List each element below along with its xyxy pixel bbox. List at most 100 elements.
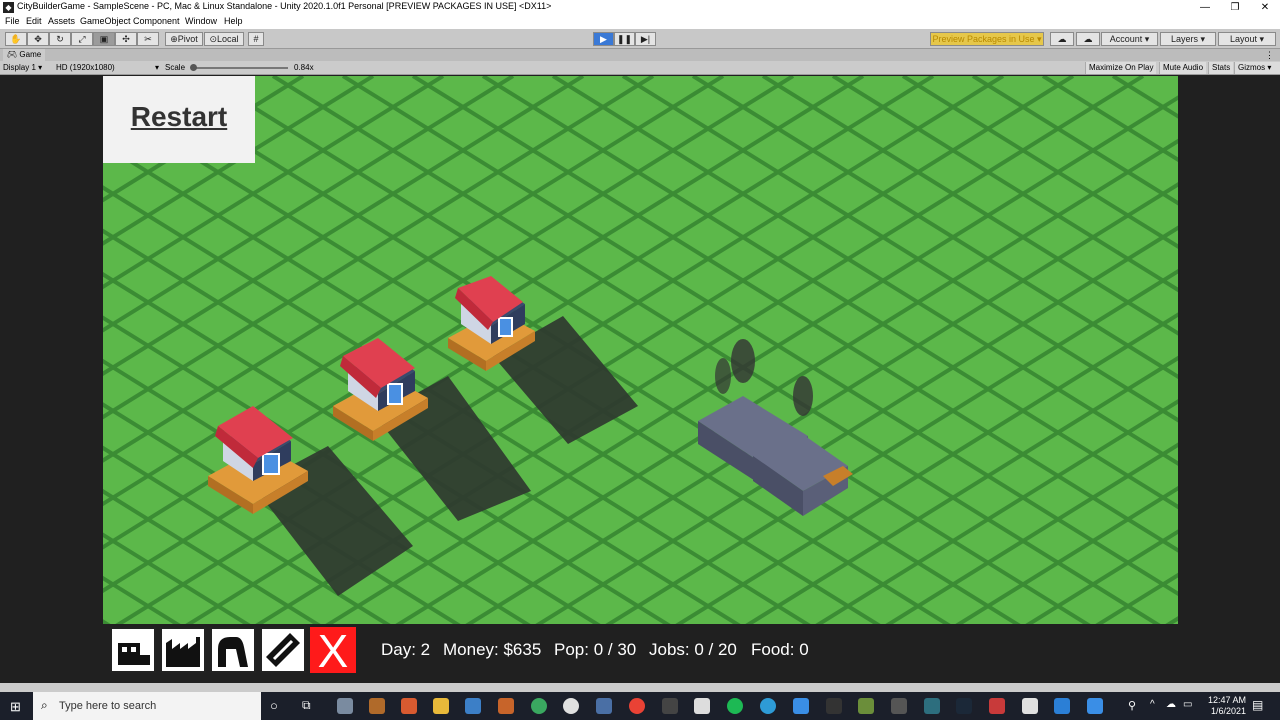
account-label: Account [1109, 34, 1143, 44]
spotify-icon[interactable] [727, 698, 743, 714]
steam-icon[interactable] [956, 698, 972, 714]
windows-start-icon[interactable]: ⊞ [10, 699, 21, 715]
transform-tool-icon[interactable]: ✣ [115, 32, 137, 46]
scale-tool-icon[interactable]: ⤢ [71, 32, 93, 46]
layout-dropdown[interactable]: Layout ▾ [1218, 32, 1276, 46]
tray-chevron-icon[interactable]: ^ [1150, 699, 1155, 710]
resolution-dropdown[interactable]: HD (1920x1080) ▾ [56, 62, 159, 74]
maximize-on-play-toggle[interactable]: Maximize On Play [1085, 62, 1157, 74]
stats-toggle[interactable]: Stats [1208, 62, 1234, 74]
step-button[interactable]: ▶| [635, 32, 656, 46]
local-icon: ⊙ [209, 34, 218, 44]
taskbar-clock[interactable]: 12:47 AM 1/6/2021 [1208, 695, 1246, 717]
menu-bar: File Edit Assets GameObject Component Wi… [0, 15, 1280, 29]
scale-slider[interactable] [193, 67, 288, 69]
app-icon-3[interactable] [401, 698, 417, 714]
menu-help[interactable]: Help [224, 16, 243, 26]
app-icon-2[interactable] [369, 698, 385, 714]
title-bar: ◆ CityBuilderGame - SampleScene - PC, Ma… [0, 0, 1280, 15]
network-icon[interactable]: ▭ [1183, 699, 1192, 710]
pause-button[interactable]: ❚❚ [614, 32, 635, 46]
app-icon-21[interactable] [989, 698, 1005, 714]
taskbar: ⊞ ⌕ Type here to search ○ ⧉ ⚲ ^ ☁ ▭ 12:4… [0, 692, 1280, 720]
scale-label: Scale [165, 63, 186, 72]
menu-window[interactable]: Window [185, 16, 217, 26]
search-icon: ⌕ [41, 698, 48, 712]
build-road-button[interactable] [260, 627, 306, 673]
build-house-button[interactable] [110, 627, 156, 673]
gizmos-dropdown[interactable]: Gizmos ▾ [1234, 62, 1280, 74]
tab-menu-icon[interactable]: ⋮ [1265, 49, 1274, 61]
grid-snap-icon[interactable]: # [248, 32, 264, 46]
app-icon-15[interactable] [793, 698, 809, 714]
search-placeholder: Type here to search [59, 700, 157, 712]
custom-tool-icon[interactable]: ✂ [137, 32, 159, 46]
app-icon-1[interactable] [337, 698, 353, 714]
unity-editor-icon[interactable] [1022, 698, 1038, 714]
close-icon[interactable]: ✕ [1250, 0, 1280, 15]
game-viewport[interactable] [103, 76, 1178, 624]
rotate-tool-icon[interactable]: ↻ [49, 32, 71, 46]
play-button[interactable]: ▶ [593, 32, 614, 46]
minecraft-icon[interactable] [858, 698, 874, 714]
demolish-button[interactable]: X [310, 627, 356, 674]
cloud-tray-icon[interactable]: ☁ [1166, 699, 1176, 710]
resolution-label: HD (1920x1080) [56, 63, 115, 72]
unity-icon[interactable] [826, 698, 842, 714]
layout-label: Layout [1229, 34, 1257, 44]
unity-logo-icon: ◆ [3, 2, 14, 13]
app-icon-6[interactable] [498, 698, 514, 714]
account-dropdown[interactable]: Account ▾ [1101, 32, 1158, 46]
vscode-icon[interactable] [1054, 698, 1070, 714]
tab-game-label: Game [19, 50, 42, 59]
pivot-toggle[interactable]: ⊕Pivot [165, 32, 203, 46]
layers-dropdown[interactable]: Layers ▾ [1160, 32, 1216, 46]
notification-icon[interactable]: ▤ [1252, 698, 1263, 712]
edge-icon[interactable] [760, 698, 776, 714]
app-icon-18[interactable] [891, 698, 907, 714]
move-tool-icon[interactable]: ✥ [27, 32, 49, 46]
menu-edit[interactable]: Edit [26, 16, 42, 26]
display-dropdown[interactable]: Display 1 ▾ [3, 62, 42, 74]
app-icon-8[interactable] [563, 698, 579, 714]
people-icon[interactable]: ⚲ [1128, 699, 1136, 712]
taskbar-search[interactable]: ⌕ Type here to search [33, 692, 261, 720]
file-explorer-icon[interactable] [433, 698, 449, 714]
gamepad-icon: 🎮︎ [7, 50, 18, 59]
app-icon-11[interactable] [662, 698, 678, 714]
build-factory-button[interactable] [160, 627, 206, 673]
game-scene[interactable] [103, 76, 1178, 624]
jobs-counter: Jobs: 0 / 20 [649, 640, 737, 659]
minimize-icon[interactable]: — [1190, 0, 1220, 15]
cortana-icon[interactable]: ○ [270, 698, 278, 713]
unity-hub-icon[interactable] [694, 698, 710, 714]
restart-button[interactable]: Restart [103, 76, 255, 163]
menu-component[interactable]: Component [133, 16, 180, 26]
cloud-icon[interactable]: ☁ [1076, 32, 1100, 46]
mute-audio-toggle[interactable]: Mute Audio [1159, 62, 1207, 74]
menu-assets[interactable]: Assets [48, 16, 75, 26]
build-farm-button[interactable] [210, 627, 256, 673]
app-icon-5[interactable] [465, 698, 481, 714]
tab-game[interactable]: 🎮︎ Game [3, 49, 46, 61]
clock-time: 12:47 AM [1207, 695, 1246, 705]
menu-gameobject[interactable]: GameObject [80, 16, 131, 26]
scale-value: 0.84x [294, 63, 314, 72]
toolbar: ✋ ✥ ↻ ⤢ ▣ ✣ ✂ ⊕Pivot ⊙Local # ▶ ❚❚ ▶| Pr… [0, 29, 1280, 49]
app-icon-9[interactable] [596, 698, 612, 714]
app-icon-19[interactable] [924, 698, 940, 714]
app-icon-7[interactable] [531, 698, 547, 714]
rect-tool-icon[interactable]: ▣ [93, 32, 115, 46]
app-icon-24[interactable] [1087, 698, 1103, 714]
pivot-label: Pivot [177, 34, 198, 44]
task-view-icon[interactable]: ⧉ [302, 698, 311, 713]
scale-slider-handle[interactable] [190, 64, 197, 71]
menu-file[interactable]: File [5, 16, 20, 26]
collab-icon[interactable]: ☁ [1050, 32, 1074, 46]
chrome-icon[interactable] [629, 698, 645, 714]
local-toggle[interactable]: ⊙Local [204, 32, 244, 46]
hand-tool-icon[interactable]: ✋ [5, 32, 27, 46]
preview-packages-dropdown[interactable]: Preview Packages in Use ▾ [930, 32, 1044, 46]
day-counter: Day: 2 [381, 640, 431, 659]
restore-icon[interactable]: ❐ [1220, 0, 1250, 15]
